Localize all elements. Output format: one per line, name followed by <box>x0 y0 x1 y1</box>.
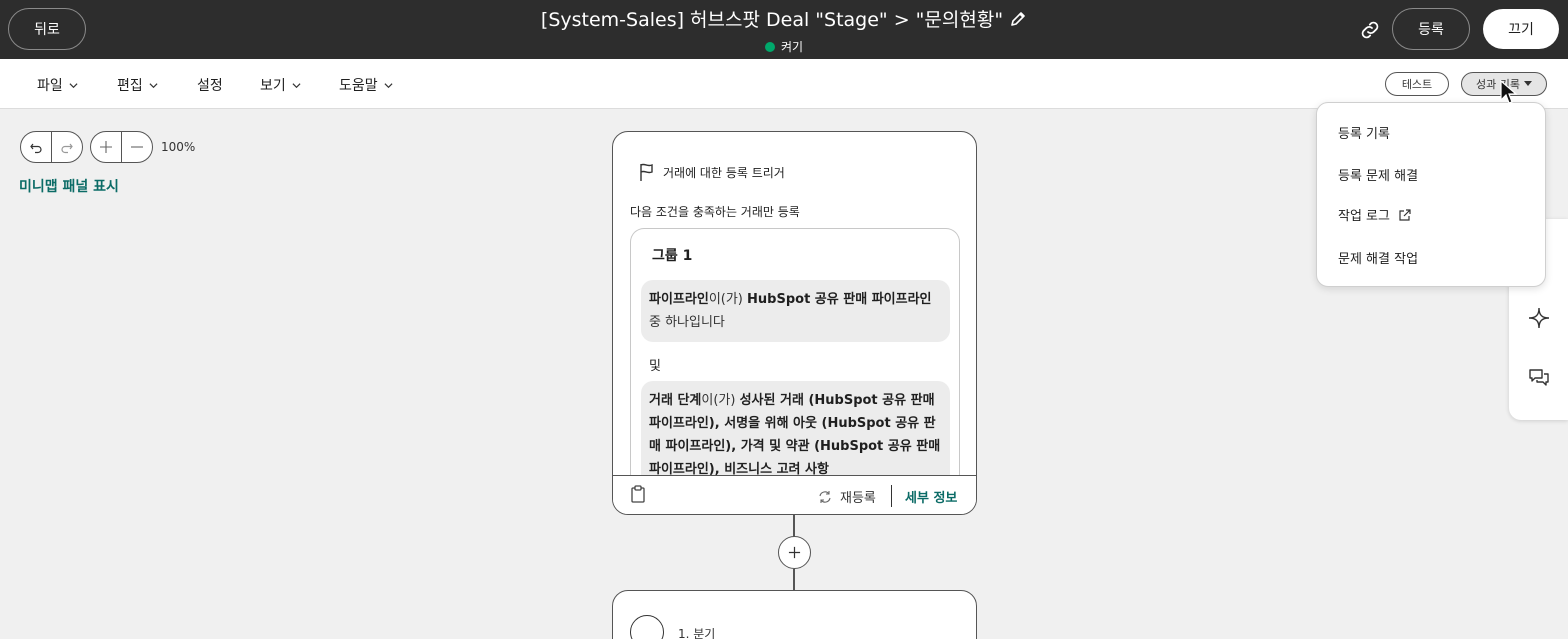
and-connector: 및 <box>649 359 661 374</box>
branch-action-card[interactable]: 1. 분기 <box>612 590 977 639</box>
undo-redo-group <box>20 131 83 163</box>
add-step-button[interactable] <box>778 536 811 569</box>
condition-suffix: 중 하나입니다 <box>649 315 725 330</box>
menu-file-label: 파일 <box>37 78 63 94</box>
redo-button[interactable] <box>51 132 82 162</box>
menu-edit-label: 편집 <box>117 78 143 94</box>
sparkle-icon[interactable] <box>1527 306 1551 330</box>
status-text: 켜기 <box>780 40 804 54</box>
menu-help-label: 도움말 <box>339 78 378 94</box>
chevron-down-icon <box>149 82 158 88</box>
condition-property: 거래 단계 <box>649 393 702 408</box>
condition-pipeline[interactable]: 파이프라인이(가) HubSpot 공유 판매 파이프라인 중 하나입니다 <box>641 280 950 342</box>
turn-off-button[interactable]: 끄기 <box>1483 9 1559 49</box>
reenroll-button[interactable]: 재등록 <box>818 487 876 506</box>
clipboard-icon[interactable] <box>630 485 646 503</box>
menu-file[interactable]: 파일 <box>37 75 78 95</box>
menu-item-label: 문제 해결 작업 <box>1338 252 1419 267</box>
chevron-down-icon <box>69 82 78 88</box>
condition-value: HubSpot 공유 판매 파이프라인 <box>747 292 932 307</box>
trigger-card-header: 거래에 대한 등록 트리거 <box>637 162 785 182</box>
condition-deal-stage[interactable]: 거래 단계이(가) 성사된 거래 (HubSpot 공유 판매 파이프라인), … <box>641 381 950 488</box>
enrollment-trigger-card[interactable]: 거래에 대한 등록 트리거 다음 조건을 충족하는 거래만 등록 그룹 1 파이… <box>612 131 977 515</box>
mouse-cursor-icon <box>1500 80 1518 104</box>
menu-edit[interactable]: 편집 <box>117 75 158 95</box>
menu-item-enrollment-history[interactable]: 등록 기록 <box>1338 123 1390 142</box>
workflow-title[interactable]: [System-Sales] 허브스팟 Deal "Stage" > "문의현황… <box>541 5 1027 32</box>
top-bar: 뒤로 [System-Sales] 허브스팟 Deal "Stage" > "문… <box>0 0 1568 59</box>
flow-connector <box>793 515 795 537</box>
condition-property: 파이프라인 <box>649 292 709 307</box>
external-link-icon <box>1399 208 1411 221</box>
menu-help[interactable]: 도움말 <box>339 75 393 95</box>
show-minimap-link[interactable]: 미니맵 패널 표시 <box>19 176 119 196</box>
branch-label: 1. 분기 <box>678 627 716 639</box>
status-indicator: 켜기 <box>764 38 804 55</box>
trigger-card-title: 거래에 대한 등록 트리거 <box>663 165 785 180</box>
plus-icon <box>100 141 112 153</box>
performance-history-dropdown: 등록 기록 등록 문제 해결 작업 로그 문제 해결 작업 <box>1316 102 1546 287</box>
menu-view-label: 보기 <box>260 78 286 94</box>
status-dot <box>764 41 775 52</box>
test-button[interactable]: 테스트 <box>1385 72 1449 96</box>
zoom-out-button[interactable] <box>121 132 152 162</box>
details-link[interactable]: 세부 정보 <box>905 487 957 506</box>
chevron-down-icon <box>292 82 301 88</box>
plus-icon <box>788 546 801 559</box>
menu-item-enrollment-troubleshoot[interactable]: 등록 문제 해결 <box>1338 165 1418 184</box>
redo-icon <box>61 143 73 154</box>
chevron-down-icon <box>384 82 393 88</box>
zoom-level: 100% <box>161 140 196 154</box>
zoom-controls <box>90 131 153 163</box>
group-title: 그룹 1 <box>652 248 693 264</box>
menu-view[interactable]: 보기 <box>260 75 301 95</box>
refresh-icon <box>819 490 831 503</box>
menu-item-troubleshoot-actions[interactable]: 문제 해결 작업 <box>1338 248 1418 267</box>
register-button[interactable]: 등록 <box>1392 8 1470 50</box>
footer-divider <box>891 485 892 507</box>
menu-item-action-logs[interactable]: 작업 로그 <box>1338 205 1412 224</box>
zoom-in-button[interactable] <box>91 132 121 162</box>
menu-settings[interactable]: 설정 <box>197 75 223 95</box>
undo-icon <box>30 143 42 154</box>
menu-item-label: 작업 로그 <box>1338 209 1390 224</box>
condition-group: 그룹 1 파이프라인이(가) HubSpot 공유 판매 파이프라인 중 하나입… <box>630 228 960 488</box>
flag-icon <box>640 163 653 181</box>
condition-operator: 이(가) <box>708 292 743 307</box>
menu-item-label: 등록 기록 <box>1338 127 1390 142</box>
reenroll-label: 재등록 <box>840 491 876 506</box>
comments-icon[interactable] <box>1527 366 1551 390</box>
condition-operator: 이(가) <box>701 393 736 408</box>
caret-down-icon <box>1523 81 1532 86</box>
undo-button[interactable] <box>21 132 51 162</box>
workflow-title-text: [System-Sales] 허브스팟 Deal "Stage" > "문의현황… <box>540 9 1004 31</box>
minus-icon <box>131 146 143 148</box>
link-icon[interactable] <box>1358 18 1382 42</box>
pencil-icon[interactable] <box>1009 10 1027 28</box>
flow-connector <box>793 569 795 591</box>
branch-icon <box>630 615 664 639</box>
title-area: [System-Sales] 허브스팟 Deal "Stage" > "문의현황… <box>0 5 1568 56</box>
trigger-card-subtitle: 다음 조건을 충족하는 거래만 등록 <box>630 205 800 219</box>
menu-settings-label: 설정 <box>197 78 223 94</box>
trigger-card-footer: 재등록 세부 정보 <box>613 475 976 514</box>
menu-item-label: 등록 문제 해결 <box>1338 169 1419 184</box>
